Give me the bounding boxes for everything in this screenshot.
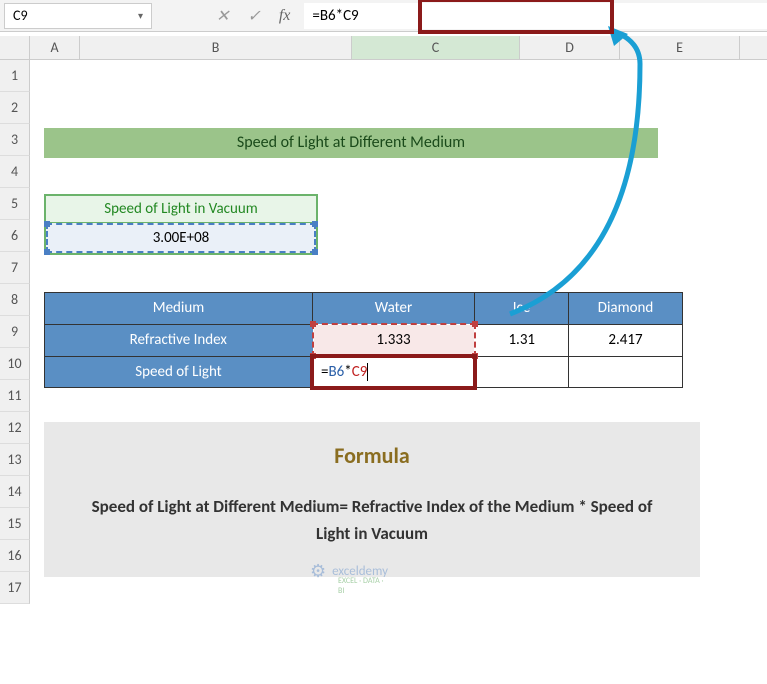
row-header[interactable]: 1 bbox=[0, 60, 30, 92]
selection-handle bbox=[310, 321, 316, 327]
cell-c9[interactable]: 1.333 bbox=[313, 324, 475, 356]
cell-e10[interactable] bbox=[569, 356, 683, 388]
row-header[interactable]: 2 bbox=[0, 92, 30, 124]
row-header[interactable]: 6 bbox=[0, 220, 30, 252]
row-header[interactable]: 16 bbox=[0, 540, 30, 572]
row-header[interactable]: 4 bbox=[0, 156, 30, 188]
name-box-value: C9 bbox=[13, 7, 28, 24]
row-label-speed[interactable]: Speed of Light bbox=[45, 356, 313, 388]
col-header-a[interactable]: A bbox=[30, 36, 80, 59]
selection-handle bbox=[44, 221, 50, 227]
selection-handle bbox=[44, 249, 50, 255]
text-cursor bbox=[367, 363, 368, 381]
formula-description: Speed of Light at Different Medium= Refr… bbox=[74, 493, 670, 547]
header-medium[interactable]: Medium bbox=[45, 293, 313, 325]
row-header[interactable]: 12 bbox=[0, 412, 30, 444]
formula-explanation-box: Formula Speed of Light at Different Medi… bbox=[44, 422, 700, 577]
grid-area: 1 2 3 4 5 6 7 8 9 10 11 12 13 14 15 16 1… bbox=[0, 60, 767, 604]
selection-handle bbox=[312, 221, 318, 227]
row-header[interactable]: 8 bbox=[0, 284, 30, 316]
col-header-b[interactable]: B bbox=[80, 36, 352, 59]
row-header[interactable]: 5 bbox=[0, 188, 30, 220]
name-box[interactable]: C9 ▾ bbox=[4, 3, 152, 29]
col-header-c[interactable]: C bbox=[352, 36, 520, 59]
table-row: Speed of Light =B6*C9 bbox=[45, 356, 683, 388]
row-header[interactable]: 9 bbox=[0, 316, 30, 348]
formula-text: =B6*C9 bbox=[312, 7, 358, 25]
row-header[interactable]: 3 bbox=[0, 124, 30, 156]
dropdown-icon[interactable]: ▾ bbox=[138, 9, 143, 22]
row-header[interactable]: 7 bbox=[0, 252, 30, 284]
vacuum-label[interactable]: Speed of Light in Vacuum bbox=[46, 196, 316, 223]
watermark-tag: EXCEL · DATA · BI bbox=[338, 576, 388, 596]
row-header[interactable]: 15 bbox=[0, 508, 30, 540]
fx-icon[interactable]: fx bbox=[279, 7, 291, 25]
formula-title: Formula bbox=[74, 442, 670, 469]
header-ice[interactable]: Ice bbox=[475, 293, 569, 325]
data-table: Medium Water Ice Diamond Refractive Inde… bbox=[44, 292, 683, 388]
cell-value: 1.333 bbox=[376, 331, 410, 349]
row-label-refractive[interactable]: Refractive Index bbox=[45, 324, 313, 356]
select-all-corner[interactable] bbox=[0, 36, 30, 59]
header-water[interactable]: Water bbox=[313, 293, 475, 325]
col-header-d[interactable]: D bbox=[520, 36, 620, 59]
cell-d10[interactable] bbox=[475, 356, 569, 388]
ref-b6: B6 bbox=[328, 363, 344, 381]
vacuum-value: 3.00E+08 bbox=[153, 229, 210, 247]
row-header[interactable]: 14 bbox=[0, 476, 30, 508]
row-header[interactable]: 10 bbox=[0, 348, 30, 380]
cell-d9[interactable]: 1.31 bbox=[475, 324, 569, 356]
selection-handle bbox=[472, 321, 478, 327]
table-row: Refractive Index 1.333 1.31 2.417 bbox=[45, 324, 683, 356]
col-header-e[interactable]: E bbox=[620, 36, 740, 59]
vacuum-box: Speed of Light in Vacuum 3.00E+08 bbox=[44, 194, 318, 255]
row-header[interactable]: 13 bbox=[0, 444, 30, 476]
cell-c10[interactable]: =B6*C9 bbox=[313, 356, 475, 388]
cell-e9[interactable]: 2.417 bbox=[569, 324, 683, 356]
formula-input[interactable]: =B6*C9 bbox=[304, 3, 767, 29]
ref-c9: C9 bbox=[352, 363, 368, 381]
op: * bbox=[344, 363, 351, 381]
vacuum-value-cell[interactable]: 3.00E+08 bbox=[46, 223, 316, 253]
row-headers: 1 2 3 4 5 6 7 8 9 10 11 12 13 14 15 16 1… bbox=[0, 60, 30, 604]
cells-container[interactable]: Speed of Light at Different Medium Speed… bbox=[30, 60, 767, 604]
formula-bar-icons: ✕ ✓ fx bbox=[216, 6, 290, 26]
header-diamond[interactable]: Diamond bbox=[569, 293, 683, 325]
row-header[interactable]: 17 bbox=[0, 572, 30, 604]
watermark: ⚙ exceldemy EXCEL · DATA · BI bbox=[310, 560, 388, 582]
title-banner[interactable]: Speed of Light at Different Medium bbox=[44, 128, 658, 158]
selection-handle bbox=[312, 249, 318, 255]
cancel-icon[interactable]: ✕ bbox=[216, 6, 229, 26]
table-row: Medium Water Ice Diamond bbox=[45, 293, 683, 325]
column-headers: A B C D E bbox=[0, 36, 767, 60]
formula-bar: C9 ▾ ✕ ✓ fx =B6*C9 bbox=[0, 0, 767, 32]
row-header[interactable]: 11 bbox=[0, 380, 30, 412]
gear-icon: ⚙ bbox=[310, 560, 326, 582]
enter-icon[interactable]: ✓ bbox=[247, 6, 260, 26]
